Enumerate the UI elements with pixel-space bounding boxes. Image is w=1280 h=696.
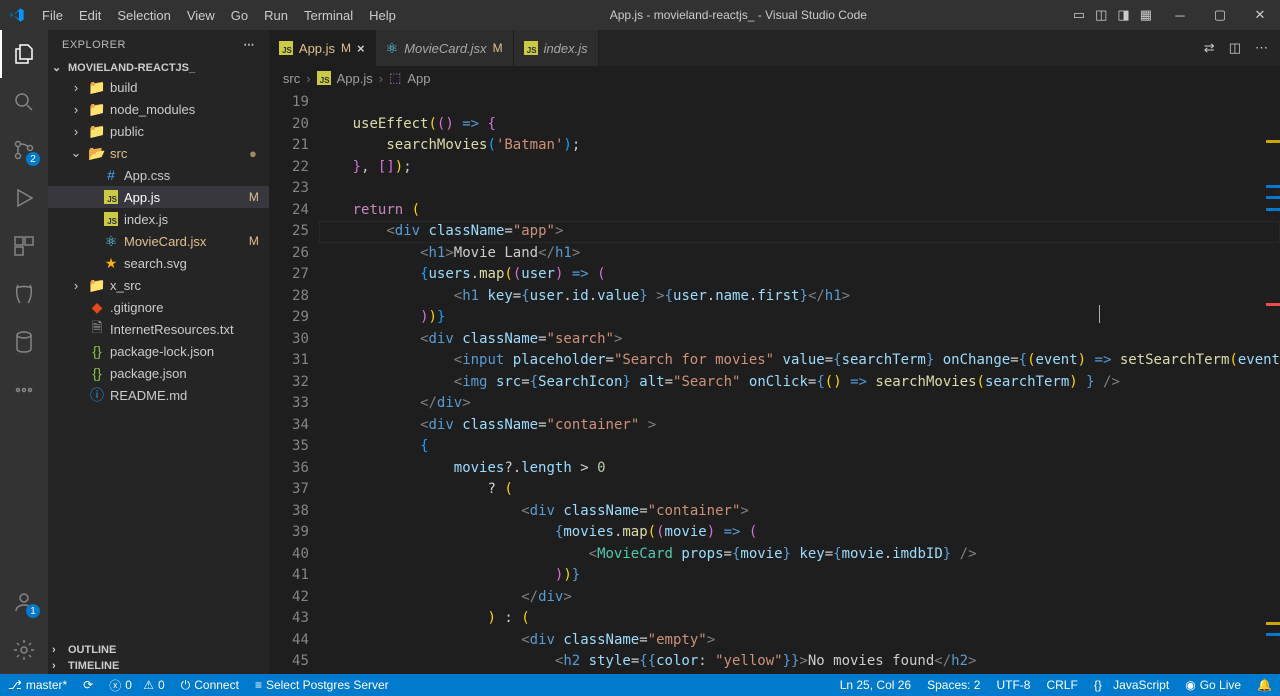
- menu-view[interactable]: View: [179, 3, 223, 28]
- broadcast-icon: ◉: [1185, 678, 1195, 692]
- language-mode[interactable]: {} JavaScript: [1086, 674, 1177, 696]
- toggle-panel-icon[interactable]: ▭: [1073, 7, 1085, 23]
- file-package-json[interactable]: {}package.json: [48, 362, 269, 384]
- breadcrumb[interactable]: src › JS App.js › ⬚ App: [269, 66, 1280, 90]
- titlebar: FileEditSelectionViewGoRunTerminalHelp A…: [0, 0, 1280, 30]
- tab-index-js[interactable]: JSindex.js: [514, 30, 599, 66]
- breadcrumb-symbol: App: [407, 71, 430, 86]
- explorer-sidebar: EXPLORER ⋯ ⌄MOVIELAND-REACTJS_ ›📁build›📁…: [48, 30, 269, 674]
- line-number-gutter: 1920212223242526272829303132333435363738…: [269, 90, 319, 674]
- db-icon: ≡: [255, 678, 262, 692]
- menu-terminal[interactable]: Terminal: [296, 3, 361, 28]
- file-app-css[interactable]: #App.css: [48, 164, 269, 186]
- overview-ruler[interactable]: [1265, 90, 1280, 650]
- menu-edit[interactable]: Edit: [71, 3, 109, 28]
- database-icon[interactable]: [0, 318, 48, 366]
- indent-spaces[interactable]: Spaces: 2: [919, 674, 988, 696]
- folder-node-modules[interactable]: ›📁node_modules: [48, 98, 269, 120]
- more-actions-icon[interactable]: ⋯: [1255, 40, 1268, 56]
- file-tree: ›📁build›📁node_modules›📁public⌄📂src●#App.…: [48, 76, 269, 642]
- cursor-position[interactable]: Ln 25, Col 26: [832, 674, 919, 696]
- sync-icon: ⟳: [83, 678, 93, 692]
- close-window-button[interactable]: ✕: [1240, 0, 1280, 30]
- tab-app-js[interactable]: JSApp.jsM×: [269, 30, 376, 66]
- menu-file[interactable]: File: [34, 3, 71, 28]
- account-icon[interactable]: 1: [0, 578, 48, 626]
- split-editor-icon[interactable]: ◫: [1229, 40, 1241, 56]
- root-label: MOVIELAND-REACTJS_: [68, 62, 195, 74]
- sidebar-title: EXPLORER: [62, 39, 126, 51]
- encoding[interactable]: UTF-8: [988, 674, 1038, 696]
- postgres-server[interactable]: ≡Select Postgres Server: [247, 674, 397, 696]
- breadcrumb-folder: src: [283, 71, 300, 86]
- timeline-section[interactable]: ›TIMELINE: [48, 658, 269, 674]
- maximize-button[interactable]: ▢: [1200, 0, 1240, 30]
- folder-src[interactable]: ⌄📂src●: [48, 142, 269, 164]
- toggle-sidebar-icon[interactable]: ◫: [1095, 7, 1107, 23]
- scm-badge: 2: [26, 152, 40, 166]
- menu-go[interactable]: Go: [223, 3, 256, 28]
- code-content[interactable]: useEffect(() => { searchMovies('Batman')…: [319, 90, 1280, 674]
- customize-layout-icon[interactable]: ▦: [1140, 7, 1152, 23]
- warning-icon: ⚠: [143, 678, 154, 692]
- layout-controls: ▭ ◫ ◨ ▦: [1073, 7, 1160, 23]
- git-branch[interactable]: ⎇master*: [0, 674, 75, 696]
- braces-icon: {}: [1094, 678, 1102, 692]
- workspace-root[interactable]: ⌄MOVIELAND-REACTJS_: [48, 59, 269, 76]
- vscode-logo-icon: [0, 7, 34, 23]
- file-app-js[interactable]: JSApp.jsM: [48, 186, 269, 208]
- activity-bar: 2 1: [0, 30, 48, 674]
- source-control-icon[interactable]: 2: [0, 126, 48, 174]
- file-search-svg[interactable]: ★search.svg: [48, 252, 269, 274]
- editor-group: JSApp.jsM×⚛MovieCard.jsxMJSindex.js ⇄ ◫ ⋯ s…: [269, 30, 1280, 674]
- postgres-icon[interactable]: [0, 270, 48, 318]
- folder-public[interactable]: ›📁public: [48, 120, 269, 142]
- problems[interactable]: ⓧ0 ⚠0: [101, 674, 173, 696]
- account-badge: 1: [26, 604, 40, 618]
- extensions-icon[interactable]: [0, 222, 48, 270]
- cube-icon: ⬚: [389, 70, 401, 86]
- breadcrumb-file: App.js: [337, 71, 373, 86]
- status-bar: ⎇master* ⟳ ⓧ0 ⚠0 ⏻Connect ≡Select Postgr…: [0, 674, 1280, 696]
- eol[interactable]: CRLF: [1038, 674, 1085, 696]
- menubar: FileEditSelectionViewGoRunTerminalHelp: [34, 3, 404, 28]
- connect-button[interactable]: ⏻Connect: [173, 674, 247, 696]
- sidebar-more-icon[interactable]: ⋯: [243, 38, 255, 51]
- file-index-js[interactable]: JSindex.js: [48, 208, 269, 230]
- outline-section[interactable]: ›OUTLINE: [48, 642, 269, 658]
- branch-icon: ⎇: [8, 678, 22, 692]
- more-icon[interactable]: [0, 366, 48, 414]
- text-cursor: [1099, 305, 1100, 323]
- js-file-icon: JS: [317, 71, 331, 85]
- compare-icon[interactable]: ⇄: [1204, 40, 1215, 56]
- search-icon[interactable]: [0, 78, 48, 126]
- menu-help[interactable]: Help: [361, 3, 404, 28]
- file-internetresources-txt[interactable]: 🗎InternetResources.txt: [48, 318, 269, 340]
- file--gitignore[interactable]: ◆.gitignore: [48, 296, 269, 318]
- explorer-icon[interactable]: [0, 30, 48, 78]
- file-moviecard-jsx[interactable]: ⚛MovieCard.jsxM: [48, 230, 269, 252]
- folder-build[interactable]: ›📁build: [48, 76, 269, 98]
- sync-button[interactable]: ⟳: [75, 674, 101, 696]
- menu-selection[interactable]: Selection: [109, 3, 178, 28]
- run-debug-icon[interactable]: [0, 174, 48, 222]
- notifications-icon[interactable]: 🔔: [1249, 674, 1280, 696]
- code-editor[interactable]: 1920212223242526272829303132333435363738…: [269, 90, 1280, 674]
- close-tab-icon[interactable]: ×: [357, 41, 365, 56]
- settings-gear-icon[interactable]: [0, 626, 48, 674]
- minimize-button[interactable]: ─: [1160, 0, 1200, 30]
- error-icon: ⓧ: [109, 677, 121, 694]
- editor-tabs: JSApp.jsM×⚛MovieCard.jsxMJSindex.js ⇄ ◫ ⋯: [269, 30, 1280, 66]
- window-title: App.js - movieland-reactjs_ - Visual Stu…: [404, 8, 1073, 22]
- folder-x-src[interactable]: ›📁x_src: [48, 274, 269, 296]
- file-package-lock-json[interactable]: {}package-lock.json: [48, 340, 269, 362]
- menu-run[interactable]: Run: [256, 3, 296, 28]
- file-readme-md[interactable]: ⓘREADME.md: [48, 384, 269, 406]
- go-live[interactable]: ◉Go Live: [1177, 674, 1249, 696]
- plug-icon: ⏻: [181, 678, 191, 693]
- toggle-right-icon[interactable]: ◨: [1117, 7, 1129, 23]
- tab-moviecard-jsx[interactable]: ⚛MovieCard.jsxM: [376, 30, 514, 66]
